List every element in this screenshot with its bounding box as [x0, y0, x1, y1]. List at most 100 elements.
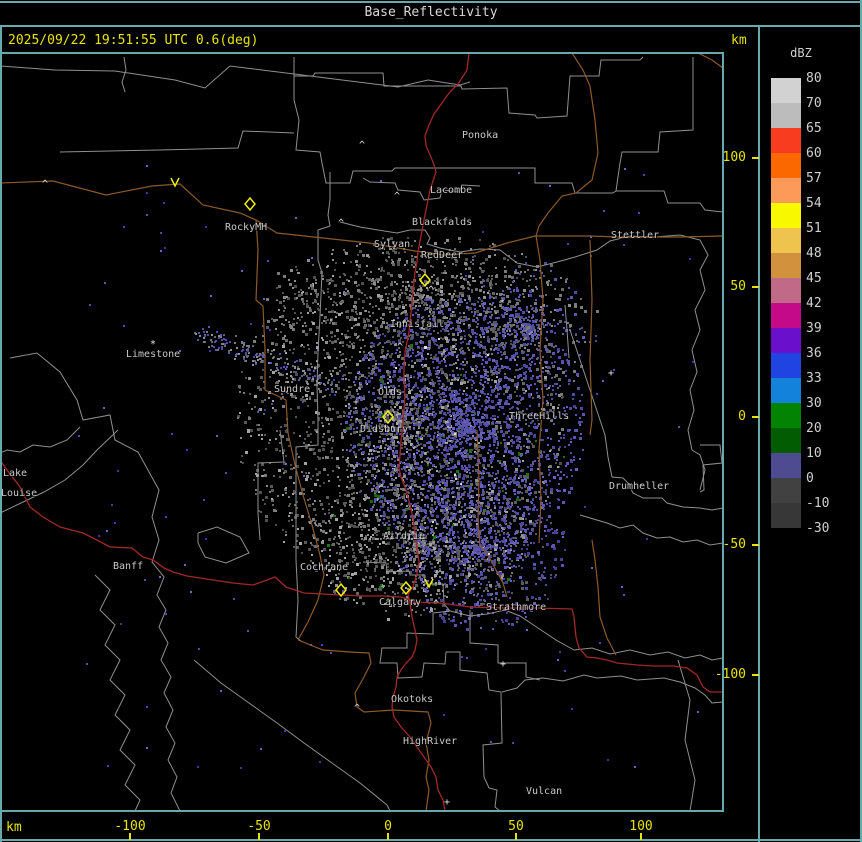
colorbar-swatch — [771, 103, 801, 128]
point-marker: ^ — [428, 285, 434, 296]
county-boundaries-line — [10, 353, 180, 811]
colorbar-swatch — [771, 328, 801, 353]
county-boundaries-line — [340, 222, 708, 490]
point-marker: ^ — [397, 342, 403, 353]
point-marker: + — [500, 659, 506, 670]
colorbar-tick-label: 65 — [806, 121, 850, 136]
y-axis-unit-label: km — [731, 33, 747, 48]
county-boundaries-line — [450, 610, 723, 660]
city-label: Sylvan — [374, 239, 410, 250]
county-boundaries-line — [700, 445, 722, 492]
x-axis-tick — [515, 833, 517, 840]
x-axis-tick-label: -50 — [229, 819, 289, 834]
county-boundaries-line — [294, 57, 723, 212]
colorbar-swatch — [771, 428, 801, 453]
y-axis-tick-label: -50 — [704, 537, 746, 552]
colorbar-tick-label: 10 — [806, 446, 850, 461]
county-boundaries-line — [616, 57, 693, 191]
colorbar-swatch — [771, 503, 801, 528]
colorbar-tick-label: 80 — [806, 71, 850, 86]
city-label: Calgary — [379, 597, 421, 608]
city-label: Limestone — [126, 349, 180, 360]
point-marker: * — [150, 339, 156, 350]
frame-map-top — [0, 52, 724, 54]
city-label: Drumheller — [609, 481, 669, 492]
y-axis-tick — [752, 286, 759, 288]
colorbar-swatch — [771, 453, 801, 478]
radar-echo-layer — [78, 165, 699, 769]
colorbar-tick-label: 60 — [806, 146, 850, 161]
colorbar-swatch — [771, 153, 801, 178]
point-marker: ^ — [433, 599, 439, 610]
city-label: Blackfalds — [412, 217, 472, 228]
x-axis-unit-label: km — [6, 820, 22, 835]
x-axis-tick-label: 100 — [611, 819, 671, 834]
city-label: Vulcan — [526, 786, 562, 797]
county-boundaries-line — [0, 427, 80, 453]
point-marker: ^ — [42, 179, 48, 190]
point-marker: ^ — [359, 140, 365, 151]
title-bar: Base_Reflectivity — [0, 0, 862, 25]
city-label: Cochrane — [300, 562, 348, 573]
colorbar-tick-label: 39 — [806, 321, 850, 336]
colorbar-tick-label: 36 — [806, 346, 850, 361]
colorbar-swatch — [771, 378, 801, 403]
county-boundaries-line — [580, 515, 723, 545]
frame-panel-divider — [758, 25, 760, 842]
radar-echo-pixels — [78, 174, 645, 767]
secondary-roads-line — [0, 181, 256, 220]
city-label: Strathmore — [486, 602, 546, 613]
point-marker: * — [499, 298, 505, 309]
point-marker: + — [444, 797, 450, 808]
colorbar-swatch — [771, 78, 801, 103]
secondary-roads-line — [592, 540, 616, 655]
colorbar-tick-label: 45 — [806, 271, 850, 286]
city-label: Didsbury — [360, 424, 408, 435]
y-axis-tick — [752, 674, 759, 676]
county-boundaries-line — [95, 575, 140, 811]
product-timestamp: 2025/09/22 19:51:55 UTC 0.6(deg) — [8, 33, 258, 48]
colorbar-tick-label: 54 — [806, 196, 850, 211]
colorbar-swatch — [771, 403, 801, 428]
city-label: Ponoka — [462, 130, 498, 141]
y-axis-tick-label: 50 — [704, 279, 746, 294]
colorbar-swatch — [771, 228, 801, 253]
x-axis-tick — [129, 833, 131, 840]
frame-title-divider — [0, 25, 862, 27]
city-label: HighRiver — [403, 736, 457, 747]
secondary-roads-line — [590, 240, 592, 435]
radar-echo-pixels — [348, 297, 583, 623]
colorbar-swatch — [771, 303, 801, 328]
colorbar-tick-label: -10 — [806, 496, 850, 511]
point-marker: + — [608, 368, 614, 379]
frame-left — [0, 26, 2, 842]
city-label: Innisfail — [390, 319, 444, 330]
secondary-roads-line — [536, 53, 598, 236]
point-marker: ^ — [338, 218, 344, 229]
colorbar-swatch — [771, 253, 801, 278]
x-axis-tick — [387, 833, 389, 840]
colorbar-tick-label: 57 — [806, 171, 850, 186]
window-title: Base_Reflectivity — [0, 5, 862, 20]
radar-window: Base_Reflectivity 2025/09/22 19:51:55 UT… — [0, 0, 862, 842]
frame-map-right — [722, 52, 724, 812]
colorbar-tick-label: 0 — [806, 471, 850, 486]
colorbar-swatch — [771, 178, 801, 203]
radar-site-diamond-marker — [245, 198, 255, 210]
y-axis-tick — [752, 416, 759, 418]
y-axis-tick — [752, 544, 759, 546]
point-marker: ^ — [394, 191, 400, 202]
city-label: Lacombe — [430, 185, 472, 196]
colorbar-swatch — [771, 353, 801, 378]
point-marker: ^ — [354, 703, 360, 714]
x-axis-tick-label: -100 — [100, 819, 160, 834]
point-marker: . — [274, 293, 280, 304]
city-label: RedDeer — [421, 250, 463, 261]
city-label: Okotoks — [391, 694, 433, 705]
colorbar-title: dBZ — [771, 46, 831, 60]
colorbar-swatch — [771, 278, 801, 303]
city-label: Olds — [378, 387, 402, 398]
colorbar-swatch — [771, 478, 801, 503]
radar-echo-pixels — [202, 262, 597, 631]
city-label: Stettler — [611, 230, 659, 241]
